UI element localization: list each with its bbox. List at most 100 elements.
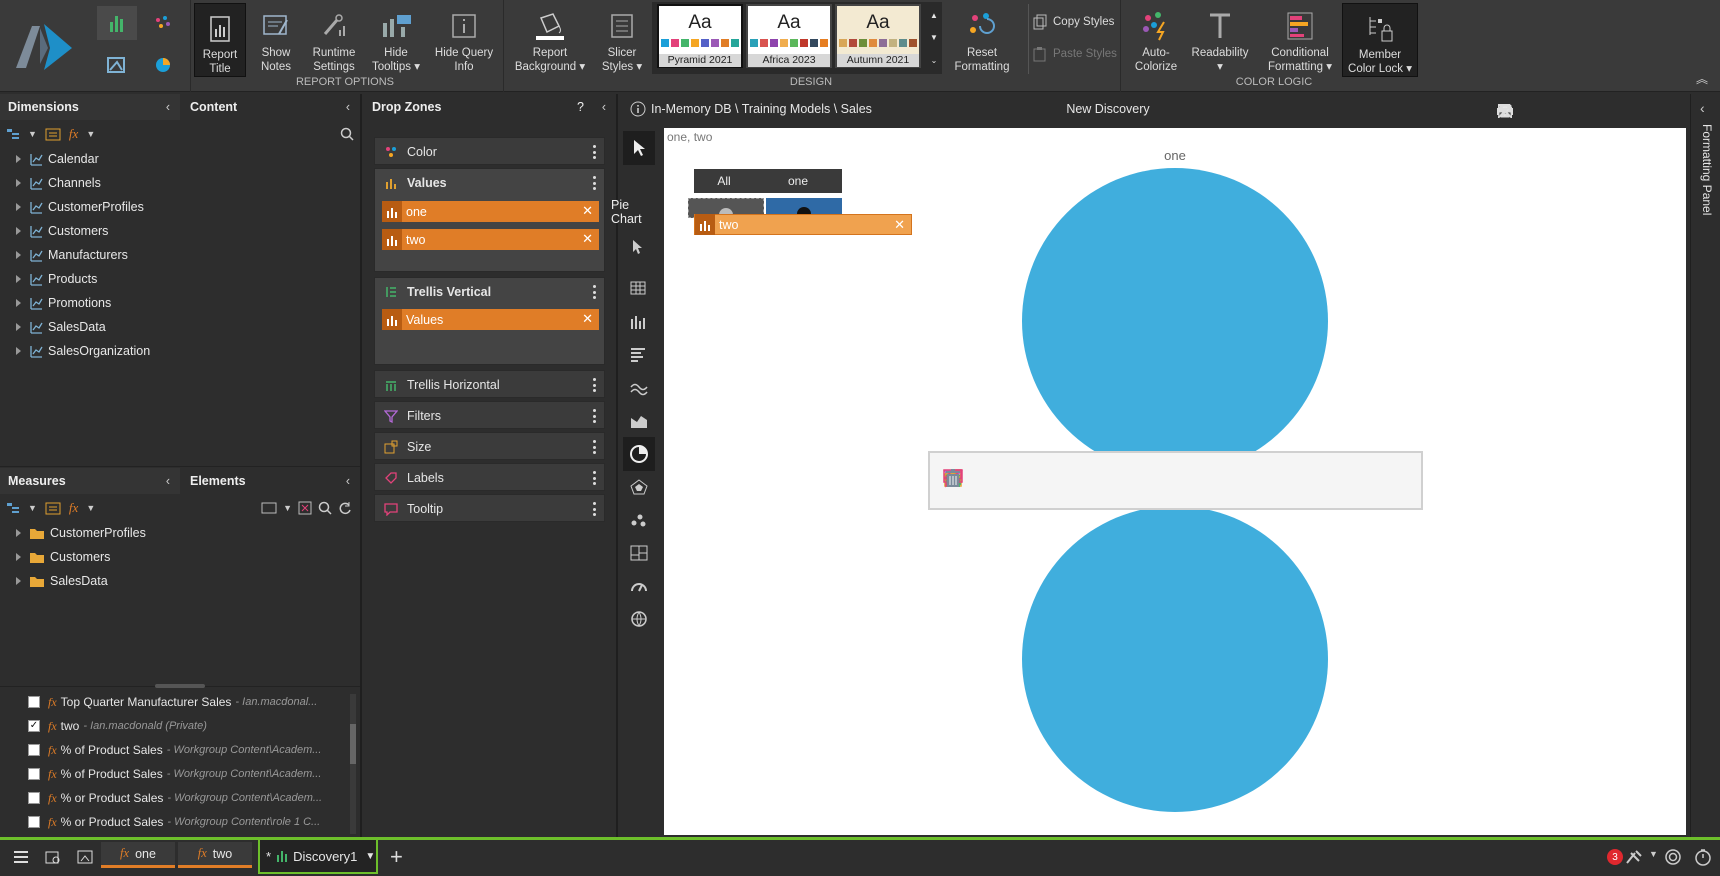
dimension-item[interactable]: Calendar bbox=[0, 148, 99, 170]
measure-folder[interactable]: CustomerProfiles bbox=[0, 522, 146, 544]
auto-colorize-button[interactable]: Auto- Colorize bbox=[1128, 0, 1184, 80]
scroll-up-icon[interactable]: ▲ bbox=[930, 11, 938, 20]
measure-list-item[interactable]: fx% of Product Sales - Workgroup Content\… bbox=[0, 762, 350, 786]
checkbox[interactable] bbox=[28, 696, 40, 708]
measure-list-item[interactable]: fx% or Product Sales - Workgroup Content\… bbox=[0, 786, 350, 810]
expand-caret-icon[interactable] bbox=[16, 529, 21, 537]
search-icon[interactable] bbox=[318, 501, 332, 515]
dropdown-arrow-icon[interactable]: ▼ bbox=[86, 503, 95, 513]
scroll-down-icon[interactable]: ▼ bbox=[930, 33, 938, 42]
checkbox[interactable] bbox=[28, 816, 40, 828]
theme-autumn-2021[interactable]: Aa Autumn 2021 bbox=[835, 4, 921, 68]
more-icon[interactable] bbox=[593, 378, 596, 392]
dropdown-arrow-icon[interactable]: ▼ bbox=[28, 129, 37, 139]
pie-slice-two[interactable] bbox=[1022, 506, 1328, 812]
scatter-chart-button[interactable] bbox=[620, 503, 658, 537]
expand-caret-icon[interactable] bbox=[16, 155, 21, 163]
collapse-measures-icon[interactable]: ‹ bbox=[166, 474, 170, 488]
expand-caret-icon[interactable] bbox=[16, 251, 21, 259]
tab-two[interactable]: fx two bbox=[178, 842, 252, 868]
copy-styles-button[interactable]: Copy Styles bbox=[1032, 14, 1114, 30]
labels-zone[interactable]: Labels bbox=[374, 463, 605, 491]
hide-tooltips-button[interactable]: Hide Tooltips ▾ bbox=[368, 0, 424, 80]
screen-icon[interactable] bbox=[76, 849, 94, 865]
dimension-item[interactable]: CustomerProfiles bbox=[0, 196, 144, 218]
remove-icon[interactable]: ✕ bbox=[582, 311, 593, 327]
content-header[interactable]: Content ‹ bbox=[180, 94, 360, 120]
app-logo[interactable] bbox=[10, 14, 80, 74]
refresh-icon[interactable] bbox=[338, 501, 352, 515]
formula-box-icon[interactable] bbox=[261, 501, 277, 515]
swirl-icon[interactable] bbox=[1664, 848, 1682, 866]
more-icon[interactable] bbox=[593, 285, 596, 299]
more-icon[interactable] bbox=[593, 471, 596, 485]
expand-caret-icon[interactable] bbox=[16, 323, 21, 331]
readability-button[interactable]: Readability ▾ bbox=[1188, 0, 1252, 80]
report-background-button[interactable]: Report Background ▾ bbox=[512, 0, 588, 80]
slicer-styles-button[interactable]: Slicer Styles ▾ bbox=[598, 0, 646, 80]
area-chart-button[interactable] bbox=[620, 404, 658, 438]
theme-africa-2023[interactable]: Aa Africa 2023 bbox=[746, 4, 832, 68]
tree-view-icon[interactable] bbox=[6, 127, 20, 141]
expand-caret-icon[interactable] bbox=[16, 577, 21, 585]
remove-icon[interactable]: ✕ bbox=[894, 217, 905, 233]
notification-badge[interactable]: 3 bbox=[1607, 849, 1623, 865]
more-icon[interactable] bbox=[593, 145, 596, 159]
notifications-icon[interactable] bbox=[1625, 849, 1643, 865]
tab-discovery1[interactable]: * Discovery1 ▼ bbox=[258, 840, 378, 874]
dimensions-header[interactable]: Dimensions ‹ bbox=[0, 94, 180, 120]
collapse-drop-zones-icon[interactable]: ‹ bbox=[602, 100, 606, 114]
checkbox[interactable] bbox=[28, 768, 40, 780]
more-icon[interactable] bbox=[593, 176, 596, 190]
show-notes-button[interactable]: Show Notes bbox=[252, 0, 300, 80]
help-icon[interactable]: ? bbox=[577, 100, 584, 114]
fx-icon[interactable]: fx bbox=[69, 126, 78, 142]
close-button[interactable] bbox=[1492, 98, 1518, 124]
remove-icon[interactable]: ✕ bbox=[582, 231, 593, 247]
conditional-formatting-button[interactable]: Conditional Formatting ▾ bbox=[1262, 0, 1338, 80]
tab-dropdown-icon[interactable]: ▼ bbox=[365, 851, 375, 862]
tooltip-zone[interactable]: Tooltip bbox=[374, 494, 605, 522]
map-button[interactable] bbox=[620, 602, 658, 636]
collapse-content-icon[interactable]: ‹ bbox=[346, 100, 350, 114]
discovery-title[interactable]: New Discovery bbox=[993, 102, 1223, 116]
trash-icon[interactable] bbox=[940, 465, 966, 491]
calendar-icon[interactable] bbox=[45, 501, 61, 515]
pie-view-button[interactable] bbox=[143, 48, 183, 82]
measure-folder[interactable]: SalesData bbox=[0, 570, 108, 592]
measure-list-item[interactable]: ✓ fx two - Ian.macdonald (Private) bbox=[0, 714, 350, 738]
calendar-icon[interactable] bbox=[45, 127, 61, 141]
expand-caret-icon[interactable] bbox=[16, 299, 21, 307]
expand-caret-icon[interactable] bbox=[16, 347, 21, 355]
pie-chart-button[interactable] bbox=[623, 437, 655, 471]
tab-one[interactable]: fx one bbox=[101, 842, 175, 868]
clear-filter-icon[interactable] bbox=[298, 501, 312, 515]
trellis-pill-values[interactable]: Values ✕ bbox=[382, 309, 599, 330]
dimension-item[interactable]: SalesOrganization bbox=[0, 340, 150, 362]
dropdown-arrow-icon[interactable]: ▼ bbox=[283, 503, 292, 513]
measures-header[interactable]: Measures ‹ bbox=[0, 468, 180, 494]
more-icon[interactable] bbox=[593, 502, 596, 516]
chart-view-button[interactable] bbox=[97, 6, 137, 40]
remove-icon[interactable]: ✕ bbox=[582, 203, 593, 219]
collapse-dimensions-icon[interactable]: ‹ bbox=[166, 100, 170, 114]
menu-icon[interactable] bbox=[12, 849, 30, 865]
info-icon[interactable] bbox=[630, 101, 646, 117]
reset-formatting-button[interactable]: Reset Formatting bbox=[950, 0, 1014, 80]
dropdown-arrow-icon[interactable]: ▼ bbox=[28, 503, 37, 513]
checkbox[interactable] bbox=[28, 744, 40, 756]
more-icon[interactable] bbox=[593, 409, 596, 423]
measure-folder[interactable]: Customers bbox=[0, 546, 110, 568]
column-chart-button[interactable] bbox=[620, 305, 658, 339]
dropdown-arrow-icon[interactable]: ▼ bbox=[86, 129, 95, 139]
elements-header[interactable]: Elements ‹ bbox=[180, 468, 360, 494]
treemap-button[interactable] bbox=[620, 536, 658, 570]
scatter-view-button[interactable] bbox=[143, 6, 183, 40]
dimension-item[interactable]: Products bbox=[0, 268, 97, 290]
trellis-one[interactable]: one bbox=[768, 174, 828, 188]
dimension-item[interactable]: Channels bbox=[0, 172, 101, 194]
measure-list-item[interactable]: fx Top Quarter Manufacturer Sales - Ian.ma… bbox=[0, 690, 350, 714]
trellis-horizontal-zone[interactable]: Trellis Horizontal bbox=[374, 370, 605, 398]
timer-icon[interactable] bbox=[1694, 848, 1712, 866]
pie-slice-one[interactable] bbox=[1022, 168, 1328, 474]
